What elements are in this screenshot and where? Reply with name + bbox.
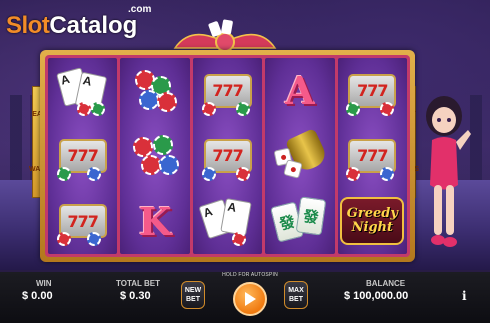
symbol-777: 777 xyxy=(196,125,260,187)
total-bet-value: $ 0.30 xyxy=(120,290,151,302)
symbol-letter-k: K xyxy=(138,198,172,244)
greedy-night-line1: Greedy xyxy=(346,206,398,222)
reel-1: A A 777 777 xyxy=(48,58,118,254)
logo-slot: Slot xyxy=(6,12,50,39)
logo-catalog: Catalog xyxy=(49,12,138,39)
spin-button[interactable] xyxy=(233,282,267,316)
info-button[interactable]: i xyxy=(462,289,467,303)
win-label: WIN xyxy=(36,279,52,288)
max-bet-button[interactable]: MAX BET xyxy=(284,281,308,309)
play-icon xyxy=(245,292,256,306)
symbol-mahjong: 發 發 xyxy=(268,190,332,252)
symbol-777: 777 xyxy=(196,60,260,122)
greedy-night-line2: Night xyxy=(351,220,394,236)
autospin-hint: HOLD FOR AUTOSPIN xyxy=(222,272,278,278)
total-bet-label: TOTAL BET xyxy=(116,279,160,288)
logo-com: .com xyxy=(128,4,152,15)
reel-4: A 發 發 xyxy=(265,58,335,254)
symbol-777: 777 xyxy=(51,190,115,252)
balance-label: BALANCE xyxy=(366,279,406,288)
symbol-letter-a: A xyxy=(285,68,315,114)
symbol-chips xyxy=(123,60,187,122)
win-value: $ 0.00 xyxy=(22,290,53,302)
symbol-777: 777 xyxy=(340,60,404,122)
symbol-cards: A A xyxy=(196,190,260,252)
character-girl xyxy=(426,96,471,247)
symbol-greedy-night: Greedy Night xyxy=(340,190,405,252)
reel-5: 777 777 Greedy Night xyxy=(337,58,408,254)
new-bet-button[interactable]: NEW BET xyxy=(181,281,205,309)
symbol-cards: A A xyxy=(51,60,115,122)
reel-3: 777 777 A A xyxy=(192,58,263,254)
symbol-dice-cup xyxy=(268,125,332,187)
symbol-chips xyxy=(123,125,187,187)
symbol-777: 777 xyxy=(51,125,115,187)
reel-2: K xyxy=(120,58,190,254)
symbol-777: 777 xyxy=(340,125,404,187)
balance-value: $ 100,000.00 xyxy=(344,290,409,302)
slotcatalog-logo: SlotCatalog .com xyxy=(6,4,156,40)
reel-frame: A A 777 777 K 777 777 A A A 發 發 777 777 … xyxy=(40,50,415,262)
